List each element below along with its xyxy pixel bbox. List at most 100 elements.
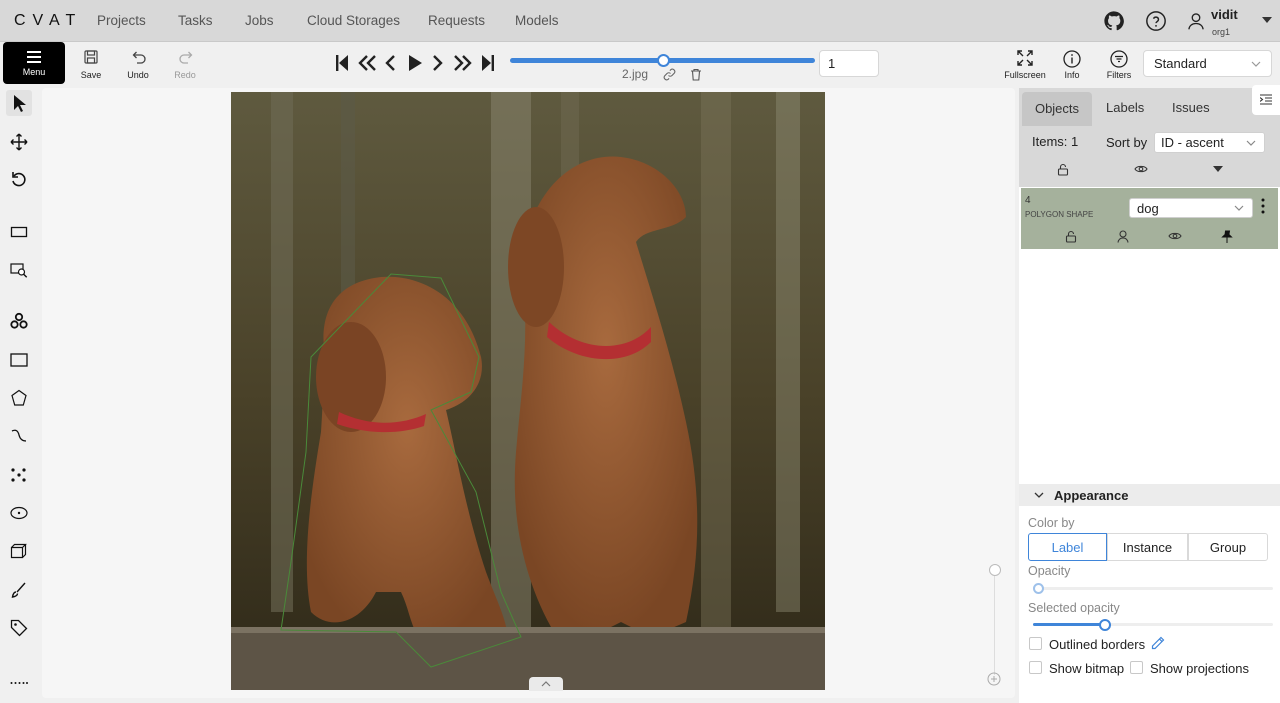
object-label-select[interactable]: dog — [1129, 198, 1253, 218]
redo-button[interactable]: Redo — [165, 46, 205, 82]
ai-tools[interactable] — [6, 308, 32, 334]
fit-image-tool[interactable] — [6, 219, 32, 245]
object-type: POLYGON SHAPE — [1025, 210, 1094, 219]
nav-requests[interactable]: Requests — [428, 13, 485, 28]
save-icon — [84, 50, 98, 64]
menu-button[interactable]: Menu — [3, 42, 65, 84]
appearance-header[interactable]: Appearance — [1019, 484, 1280, 506]
selected-opacity-slider-handle[interactable] — [1099, 619, 1111, 631]
rotate-tool[interactable] — [6, 167, 32, 193]
frame-filename: 2.jpg — [622, 67, 649, 81]
play-icon[interactable] — [407, 54, 423, 72]
move-tool[interactable] — [6, 129, 32, 155]
opacity-slider-handle[interactable] — [1033, 583, 1044, 594]
show-bitmap-label: Show bitmap — [1049, 661, 1125, 676]
object-visibility-icon[interactable] — [1168, 231, 1182, 241]
workspace-select[interactable]: Standard — [1143, 50, 1272, 77]
outlined-borders-checkbox[interactable] — [1029, 637, 1042, 650]
user-icon[interactable] — [1186, 11, 1206, 31]
menu-unfold-icon — [1260, 94, 1272, 105]
opacity-slider[interactable] — [1033, 587, 1273, 590]
eye-all-icon[interactable] — [1134, 164, 1148, 174]
polyline-tool[interactable] — [6, 423, 32, 449]
cursor-tool[interactable] — [6, 90, 32, 116]
sort-select[interactable]: ID - ascent — [1154, 132, 1265, 153]
frame-slider-handle[interactable] — [656, 54, 670, 67]
zoom-slider-handle[interactable] — [989, 564, 1001, 576]
expand-all-icon[interactable] — [1213, 166, 1223, 173]
nav-models[interactable]: Models — [515, 13, 559, 28]
appearance-panel: Appearance Color by Label Instance Group… — [1019, 484, 1280, 703]
object-pin-icon[interactable] — [1221, 230, 1233, 243]
frame-image[interactable] — [231, 92, 825, 690]
user-name[interactable]: vidit — [1211, 7, 1238, 22]
zoom-region-tool[interactable] — [6, 257, 32, 283]
fast-forward-icon[interactable] — [453, 54, 473, 72]
tag-tool[interactable] — [6, 615, 32, 641]
tab-objects[interactable]: Objects — [1022, 92, 1092, 126]
tab-issues[interactable]: Issues — [1172, 100, 1210, 115]
object-item[interactable]: 4 POLYGON SHAPE dog — [1021, 188, 1278, 249]
help-icon[interactable] — [1145, 10, 1167, 32]
ellipse-tool[interactable] — [6, 500, 32, 526]
nav-tasks[interactable]: Tasks — [178, 13, 213, 28]
points-tool[interactable] — [6, 462, 32, 488]
show-bottom-panel-button[interactable] — [529, 677, 563, 691]
info-button[interactable]: Info — [1052, 46, 1092, 82]
next-frame-icon[interactable] — [432, 54, 444, 72]
color-picker-icon[interactable] — [1151, 636, 1165, 650]
move-icon — [10, 133, 28, 151]
objects-sidebar: Objects Labels Issues Items: 1 Sort by I… — [1019, 85, 1280, 703]
chevron-down-icon — [1246, 140, 1256, 146]
color-by-label: Color by — [1028, 516, 1075, 530]
show-projections-checkbox[interactable] — [1130, 661, 1143, 674]
zoom-region-icon — [10, 263, 28, 278]
object-occluded-icon[interactable] — [1117, 230, 1129, 243]
nav-jobs[interactable]: Jobs — [245, 13, 274, 28]
opacity-label: Opacity — [1028, 564, 1071, 578]
tag-icon — [10, 619, 28, 637]
filters-label: Filters — [1106, 70, 1132, 80]
cuboid-tool[interactable] — [6, 538, 32, 564]
lock-all-icon[interactable] — [1057, 163, 1069, 176]
delete-frame-icon[interactable] — [690, 68, 702, 81]
last-frame-icon[interactable] — [481, 54, 495, 72]
nav-projects[interactable]: Projects — [97, 13, 146, 28]
zoom-in-icon[interactable] — [987, 672, 1001, 686]
collapse-sidebar-button[interactable] — [1252, 85, 1280, 115]
cursor-icon — [14, 95, 26, 112]
magic-ai-icon — [10, 312, 28, 329]
undo-button[interactable]: Undo — [118, 46, 158, 82]
polygon-tool[interactable] — [6, 385, 32, 411]
nav-cloud-storages[interactable]: Cloud Storages — [307, 13, 400, 28]
github-icon[interactable] — [1103, 10, 1125, 32]
fast-backward-icon[interactable] — [357, 54, 377, 72]
rectangle-tool[interactable] — [6, 347, 32, 373]
brush-tool[interactable] — [6, 577, 32, 603]
fullscreen-label: Fullscreen — [1004, 70, 1046, 80]
menu-icon — [27, 51, 41, 63]
zoom-slider[interactable] — [994, 575, 995, 675]
color-by-group-option[interactable]: Group — [1188, 533, 1268, 561]
menu-label: Menu — [22, 67, 46, 77]
first-frame-icon[interactable] — [335, 54, 349, 72]
color-by-instance-option[interactable]: Instance — [1107, 533, 1188, 561]
fullscreen-button[interactable]: Fullscreen — [1004, 46, 1046, 82]
filters-button[interactable]: Filters — [1099, 46, 1139, 82]
more-tools[interactable] — [6, 666, 32, 692]
color-by-label-option[interactable]: Label — [1028, 533, 1107, 561]
fit-image-icon — [10, 226, 28, 238]
controls-sidebar — [0, 86, 38, 703]
previous-frame-icon[interactable] — [384, 54, 396, 72]
object-more-icon[interactable] — [1261, 198, 1265, 214]
cvat-logo[interactable]: CVAT — [14, 12, 82, 30]
object-label-value: dog — [1137, 201, 1159, 216]
frame-number-input[interactable]: 1 — [819, 50, 879, 77]
tab-labels[interactable]: Labels — [1106, 100, 1144, 115]
copy-link-icon[interactable] — [663, 68, 676, 81]
object-lock-icon[interactable] — [1065, 230, 1077, 243]
save-button[interactable]: Save — [71, 46, 111, 82]
show-bitmap-checkbox[interactable] — [1029, 661, 1042, 674]
user-dropdown-icon[interactable] — [1262, 17, 1272, 24]
top-header: CVAT Projects Tasks Jobs Cloud Storages … — [0, 0, 1280, 42]
